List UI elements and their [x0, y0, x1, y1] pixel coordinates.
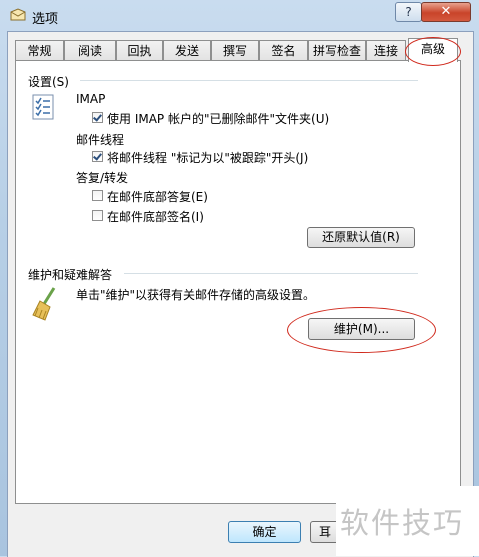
- imap-deleted-folder-checkbox[interactable]: [92, 112, 103, 123]
- highlight-ellipse-advanced-tab: [405, 37, 461, 66]
- imap-heading: IMAP: [76, 92, 106, 106]
- maintenance-description: 单击"维护"以获得有关邮件存储的高级设置。: [76, 288, 316, 302]
- tab-signatures[interactable]: 签名: [259, 40, 308, 60]
- highlight-ellipse-maintenance-button: [287, 307, 436, 353]
- threads-heading: 邮件线程: [76, 133, 125, 147]
- threads-label: 将邮件线程 "标记为以"被跟踪"开头(J): [107, 151, 309, 165]
- reply-bottom-label: 在邮件底部答复(E): [107, 190, 208, 204]
- restore-defaults-button[interactable]: 还原默认值(R): [307, 227, 415, 248]
- ok-button[interactable]: 确定: [228, 521, 301, 543]
- advanced-tab-panel: 设置(S) IMAP 使用 IMAP 帐户的"已删除邮件"文件夹(U) 邮件线程…: [15, 60, 461, 504]
- close-button[interactable]: ✕: [421, 2, 471, 22]
- reply-forward-heading: 答复/转发: [76, 171, 129, 185]
- tab-read[interactable]: 阅读: [64, 40, 116, 60]
- maintenance-divider: [124, 273, 418, 274]
- signature-bottom-label: 在邮件底部签名(I): [107, 210, 204, 224]
- settings-divider: [80, 80, 418, 81]
- broom-icon: [32, 287, 56, 321]
- tab-strip: 常规 阅读 回执 发送 撰写 签名 拼写检查 连接 高级: [15, 38, 460, 62]
- tab-connection[interactable]: 连接: [366, 40, 406, 60]
- envelope-icon: [10, 8, 26, 21]
- signature-bottom-checkbox[interactable]: [92, 210, 103, 221]
- threads-checkbox[interactable]: [92, 151, 103, 162]
- title-bar: 选项 ? ✕: [0, 0, 479, 32]
- tab-compose[interactable]: 撰写: [211, 40, 259, 60]
- help-button[interactable]: ?: [395, 2, 422, 22]
- tab-general[interactable]: 常规: [15, 40, 64, 60]
- tab-spelling[interactable]: 拼写检查: [308, 40, 366, 60]
- window-title: 选项: [32, 12, 59, 27]
- reply-bottom-checkbox[interactable]: [92, 190, 103, 201]
- imap-deleted-folder-label: 使用 IMAP 帐户的"已删除邮件"文件夹(U): [107, 112, 330, 126]
- settings-group-header: 设置(S): [28, 75, 69, 89]
- tab-receipts[interactable]: 回执: [116, 40, 163, 60]
- watermark-text: 软件技巧: [340, 506, 465, 540]
- tab-send[interactable]: 发送: [163, 40, 211, 60]
- maintenance-group-header: 维护和疑难解答: [28, 268, 113, 282]
- settings-list-icon: [32, 94, 54, 120]
